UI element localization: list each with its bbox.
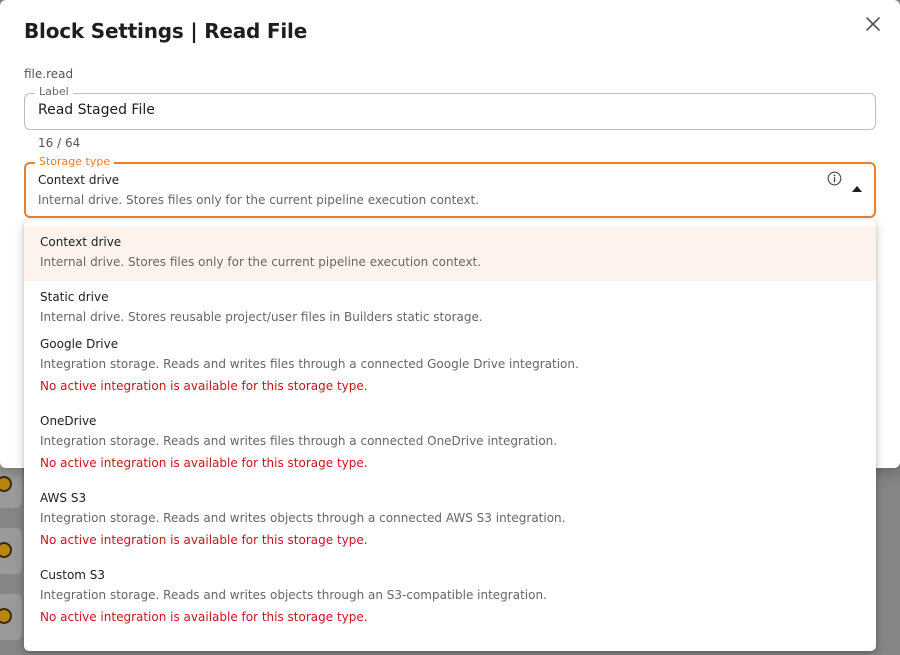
storage-option-aws-s3[interactable]: AWS S3 Integration storage. Reads and wr… xyxy=(24,490,876,567)
close-icon xyxy=(866,17,880,31)
selected-storage-title: Context drive xyxy=(38,173,120,187)
option-description: Internal drive. Stores reusable project/… xyxy=(40,310,483,324)
option-title: Google Drive xyxy=(40,337,119,351)
option-title: OneDrive xyxy=(40,414,97,428)
label-input[interactable] xyxy=(38,102,858,118)
caret-up-icon[interactable] xyxy=(852,186,862,192)
option-description: Integration storage. Reads and writes ob… xyxy=(40,511,566,525)
option-title: Static drive xyxy=(40,290,109,304)
block-type-id: file.read xyxy=(24,67,74,81)
storage-type-select[interactable]: Storage type Context drive Internal driv… xyxy=(24,155,876,218)
label-field-legend: Label xyxy=(35,85,73,98)
option-description: Integration storage. Reads and writes fi… xyxy=(40,357,579,371)
storage-option-onedrive[interactable]: OneDrive Integration storage. Reads and … xyxy=(24,413,876,490)
option-description: Integration storage. Reads and writes fi… xyxy=(40,434,558,448)
option-title: AWS S3 xyxy=(40,491,87,505)
storage-option-static-drive[interactable]: Static drive Internal drive. Stores reus… xyxy=(24,281,876,336)
label-char-count: 16 / 64 xyxy=(38,136,81,150)
background-row xyxy=(0,462,22,508)
background-block-icon xyxy=(0,608,12,624)
label-field[interactable]: Label xyxy=(24,85,876,130)
option-title: Context drive xyxy=(40,235,122,249)
background-row xyxy=(0,528,22,574)
option-description: Internal drive. Stores files only for th… xyxy=(40,255,482,269)
storage-option-context-drive[interactable]: Context drive Internal drive. Stores fil… xyxy=(24,226,876,281)
background-row xyxy=(0,594,22,640)
background-block-icon xyxy=(0,476,12,492)
dialog-title: Block Settings | Read File xyxy=(24,19,308,43)
option-description: Integration storage. Reads and writes ob… xyxy=(40,588,547,602)
option-warning: No active integration is available for t… xyxy=(40,533,368,547)
storage-type-legend: Storage type xyxy=(35,155,115,168)
selected-storage-description: Internal drive. Stores files only for th… xyxy=(38,193,480,207)
option-warning: No active integration is available for t… xyxy=(40,610,368,624)
storage-option-google-drive[interactable]: Google Drive Integration storage. Reads … xyxy=(24,336,876,413)
info-icon[interactable] xyxy=(827,171,842,186)
storage-type-menu: Context drive Internal drive. Stores fil… xyxy=(24,220,876,651)
option-title: Custom S3 xyxy=(40,568,106,582)
option-warning: No active integration is available for t… xyxy=(40,379,368,393)
background-block-icon xyxy=(0,542,12,558)
option-warning: No active integration is available for t… xyxy=(40,456,368,470)
close-button[interactable] xyxy=(862,13,884,35)
storage-option-custom-s3[interactable]: Custom S3 Integration storage. Reads and… xyxy=(24,567,876,644)
